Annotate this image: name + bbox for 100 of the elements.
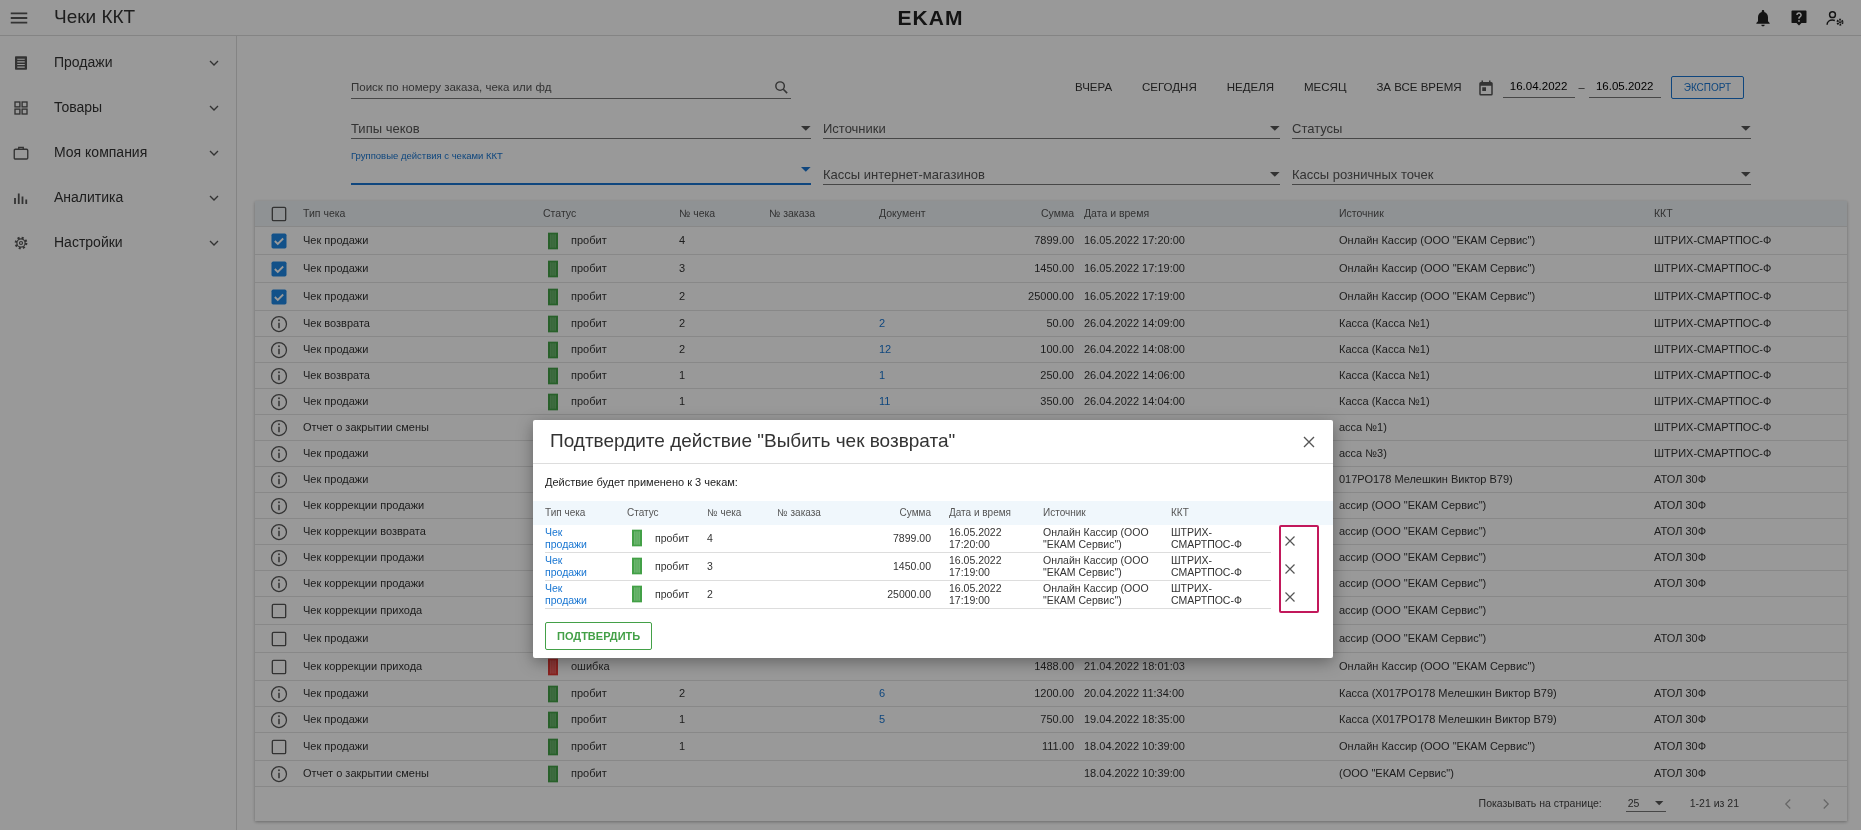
confirm-button[interactable]: ПОДТВЕРДИТЬ <box>545 621 653 650</box>
info-icon[interactable] <box>269 573 289 594</box>
table-cell-text: Чек продажи <box>303 446 370 462</box>
table-cell-text: 350.00 <box>1039 394 1074 410</box>
status-text: пробит <box>571 233 607 249</box>
caret-icon <box>1741 126 1751 131</box>
table-cell-text: 16.05.2022 17:20:00 <box>948 526 1003 550</box>
table-cell-text: 16.05.2022 17:19:00 <box>948 582 1003 606</box>
calendar-icon[interactable] <box>1476 78 1495 97</box>
bell-icon[interactable] <box>1753 7 1773 28</box>
date-field[interactable]: 16.04.2022 <box>1502 77 1575 98</box>
table-cell-text: Касса (Касса №1) <box>1339 368 1431 384</box>
status-text: пробит <box>571 368 607 384</box>
table-cell-text: АТОЛ 30Ф <box>1654 631 1707 647</box>
table-cell-text: Чек продажи <box>303 712 370 728</box>
table-cell-text: 7899.00 <box>1033 233 1074 249</box>
document-link[interactable]: 11 <box>879 395 891 408</box>
date-separator: – <box>1578 80 1585 96</box>
caret-icon <box>1270 172 1280 177</box>
sidebar-item[interactable]: Настройки <box>0 220 236 265</box>
table-cell-text: АТОЛ 30Ф <box>1654 498 1707 514</box>
table-cell-text: ШТРИХ-СМАРТПОС-Ф <box>1171 526 1243 550</box>
caret-icon <box>801 167 811 173</box>
period-button[interactable]: ЗА ВСЕ ВРЕМЯ <box>1361 78 1477 97</box>
info-icon[interactable] <box>269 391 289 412</box>
table-cell-text: Чек коррекции продажи <box>303 550 426 566</box>
period-button[interactable]: НЕДЕЛЯ <box>1211 78 1289 97</box>
table-cell-text: Чек коррекции продажи <box>303 576 426 592</box>
dialog-title: Подтвердите действие "Выбить чек возврата" <box>550 429 957 454</box>
search-icon[interactable] <box>773 79 790 96</box>
sidebar-item[interactable]: Продажи <box>0 40 236 85</box>
caret-icon <box>1270 126 1280 131</box>
document-link[interactable]: 5 <box>879 713 886 726</box>
info-icon[interactable] <box>269 683 289 704</box>
receipt-type-link[interactable]: Чек продажи <box>545 582 595 606</box>
table-cell-text: ШТРИХ-СМАРТПОС-Ф <box>1654 420 1773 436</box>
table-cell-text: 1 <box>679 394 687 410</box>
table-cell-text: Онлайн Кассир (ООО "ЕКАМ Сервис") <box>1043 554 1150 578</box>
document-link[interactable]: 2 <box>879 317 886 330</box>
table-cell-text: 16.05.2022 17:19:00 <box>1083 261 1186 277</box>
table-cell-text: ассир (ООО "ЕКАМ Сервис") <box>1339 550 1488 566</box>
table-cell-text: 50.00 <box>1045 316 1074 332</box>
sidebar-item[interactable]: Аналитика <box>0 175 236 220</box>
table-cell-text: 1450.00 <box>1033 261 1074 277</box>
column-header: Дата и время <box>948 506 1012 520</box>
info-icon[interactable] <box>269 365 289 386</box>
dialog-message: Действие будет применено к 3 чекам: <box>544 475 739 490</box>
info-icon[interactable] <box>269 339 289 360</box>
info-icon[interactable] <box>269 709 289 730</box>
receipt-type-link[interactable]: Чек продажи <box>545 526 595 550</box>
table-cell-text: (ООО "ЕКАМ Сервис") <box>1339 766 1455 782</box>
info-icon[interactable] <box>269 495 289 516</box>
receipt-type-link[interactable]: Чек продажи <box>545 554 595 578</box>
page-size-label: Показывать на странице: <box>1478 796 1602 812</box>
info-icon[interactable] <box>269 417 289 438</box>
search-field[interactable]: Поиск по номеру заказа, чека или фд <box>351 76 791 99</box>
select-field[interactable]: Кассы интернет-магазинов <box>823 159 1280 185</box>
table-cell-text: 4 <box>679 233 687 249</box>
info-icon[interactable] <box>269 313 289 334</box>
info-icon[interactable] <box>269 443 289 464</box>
table-cell-text: ШТРИХ-СМАРТПОС-Ф <box>1654 289 1773 305</box>
table-cell-text: Чек коррекции прихода <box>303 659 424 675</box>
info-icon[interactable] <box>269 469 289 490</box>
table-cell-text: Чек возврата <box>303 368 371 384</box>
select-field[interactable]: Групповые действия с чеками ККТ <box>351 149 811 185</box>
column-header: № чека <box>679 205 717 221</box>
page-size-select[interactable]: 25 <box>1625 795 1666 813</box>
status-text: пробит <box>571 739 607 755</box>
status-text: пробит <box>655 560 690 572</box>
table-cell-text: 16.05.2022 17:19:00 <box>948 554 1003 578</box>
export-button[interactable]: ЭКСПОРТ <box>1670 76 1745 99</box>
table-cell-text: АТОЛ 30Ф <box>1654 576 1707 592</box>
table-cell-text: Чек продажи <box>303 631 370 647</box>
info-icon[interactable] <box>269 547 289 568</box>
info-icon[interactable] <box>269 763 289 784</box>
select-field[interactable]: Кассы розничных точек <box>1292 159 1751 185</box>
sidebar-item[interactable]: Моя компания <box>0 130 236 175</box>
page-range: 1-21 из 21 <box>1689 796 1739 812</box>
select-field[interactable]: Типы чеков <box>351 113 811 139</box>
column-header: Сумма <box>898 506 931 520</box>
document-link[interactable]: 6 <box>879 687 886 700</box>
period-button[interactable]: СЕГОДНЯ <box>1127 78 1212 97</box>
table-cell-text: Касса (Касса №1) <box>1339 342 1431 358</box>
sidebar-item[interactable]: Товары <box>0 85 236 130</box>
column-header: ККТ <box>1654 205 1674 221</box>
period-button[interactable]: ВЧЕРА <box>1060 78 1128 97</box>
info-icon[interactable] <box>269 521 289 542</box>
table-cell-text: 2 <box>679 316 687 332</box>
date-field[interactable]: 16.05.2022 <box>1588 77 1661 98</box>
select-field[interactable]: Статусы <box>1292 113 1751 139</box>
select-field[interactable]: Источники <box>823 113 1280 139</box>
column-header: ККТ <box>1171 506 1190 520</box>
period-button[interactable]: МЕСЯЦ <box>1289 78 1362 97</box>
table-cell-text: Касса (Касса №1) <box>1339 394 1431 410</box>
table-cell-text: 2 <box>679 686 687 702</box>
document-link[interactable]: 1 <box>879 369 886 382</box>
table-cell-text: АТОЛ 30Ф <box>1654 550 1707 566</box>
table-cell-text: 25000.00 <box>886 588 931 600</box>
document-link[interactable]: 12 <box>879 343 892 356</box>
table-cell-text: 26.04.2022 14:08:00 <box>1083 342 1186 358</box>
